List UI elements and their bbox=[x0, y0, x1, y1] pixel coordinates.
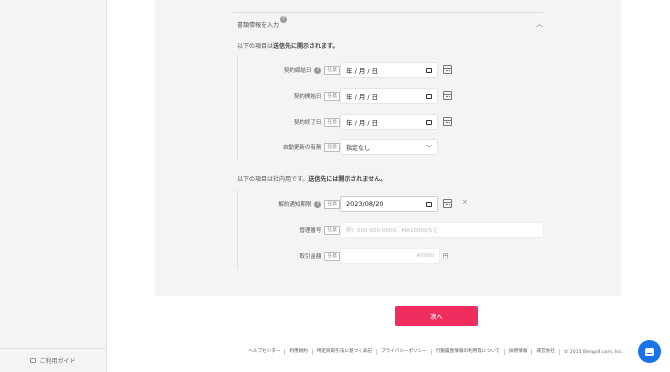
optional-badge: 任意 bbox=[324, 199, 340, 209]
calendar-icon[interactable] bbox=[443, 199, 452, 208]
row-label: 解約通知期限 ? 任意 bbox=[278, 196, 340, 212]
internal-fields-group: 解約通知期限 ? 任意 2023/08/20 × 管理番号 任意 例）000-0… bbox=[237, 190, 547, 270]
sidebar: ご利用ガイド bbox=[0, 0, 107, 372]
calendar-icon[interactable] bbox=[443, 65, 452, 74]
usage-guide-link[interactable]: ご利用ガイド bbox=[0, 348, 106, 372]
row-label: 管理番号 任意 bbox=[299, 222, 340, 238]
section-title-text: 書類情報を入力 bbox=[237, 22, 280, 29]
calendar-icon[interactable] bbox=[426, 119, 432, 125]
chat-button[interactable] bbox=[638, 340, 661, 363]
field-label: 管理番号 bbox=[299, 228, 322, 234]
field-label: 契約終了日 bbox=[293, 120, 322, 126]
optional-badge: 任意 bbox=[324, 251, 340, 261]
help-icon[interactable]: ? bbox=[314, 200, 322, 208]
footer-link-privacy[interactable]: プライバシーポリシー bbox=[377, 349, 432, 355]
contract-start-date-input[interactable]: 年 / 月 / 日 bbox=[340, 88, 438, 104]
public-fields-group: 契約締結日 ? 任意 年 / 月 / 日 契約開始日 任意 年 / 月 / 日 bbox=[237, 56, 547, 160]
internal-note-text: 以下の項目は社内用です。 bbox=[237, 176, 309, 183]
public-note: 以下の項目は送信先に開示されます。 bbox=[237, 41, 338, 50]
chevron-down-icon: ﹀ bbox=[425, 144, 432, 152]
guide-icon bbox=[30, 358, 37, 363]
amount-row: 取引金額 任意 40000 円 bbox=[238, 248, 548, 264]
field-label: 契約締結日 bbox=[283, 68, 312, 74]
internal-note: 以下の項目は社内用です。送信先には開示されません。 bbox=[237, 174, 386, 183]
date-placeholder: 年 / 月 / 日 bbox=[346, 93, 379, 101]
calendar-icon[interactable] bbox=[426, 67, 432, 73]
auto-renew-select[interactable]: 指定なし ﹀ bbox=[340, 139, 438, 155]
footer-link-commerce[interactable]: 特定商取引法に基づく表記 bbox=[313, 349, 377, 355]
footer: ヘルプセンター 利用規約 特定商取引法に基づく表記 プライバシーポリシー 行動履… bbox=[107, 346, 670, 358]
section-title: 書類情報を入力 ? bbox=[237, 16, 288, 29]
footer-link-company[interactable]: 運営会社 bbox=[532, 349, 560, 355]
row-label: 自動更新の有無 任意 bbox=[283, 139, 340, 155]
date-placeholder: 年 / 月 / 日 bbox=[346, 67, 379, 75]
optional-badge: 任意 bbox=[324, 142, 340, 152]
auto-renew-row: 自動更新の有無 任意 指定なし ﹀ bbox=[238, 139, 548, 155]
optional-badge: 任意 bbox=[324, 91, 340, 101]
form-card: 書類情報を入力 ? ︿ 以下の項目は送信先に開示されます。 契約締結日 ? 任意… bbox=[155, 0, 621, 326]
row-label: 契約開始日 任意 bbox=[294, 88, 340, 104]
management-number-input[interactable]: 例）000-000-0000、MA10000など bbox=[340, 222, 544, 238]
calendar-icon[interactable] bbox=[426, 201, 432, 207]
notice-deadline-date-input[interactable]: 2023/08/20 bbox=[340, 196, 438, 212]
optional-badge: 任意 bbox=[324, 65, 340, 75]
footer-link-terms[interactable]: 利用規約 bbox=[285, 349, 313, 355]
row-label: 取引金額 任意 bbox=[299, 248, 340, 264]
copyright: © 2015 Bengo4.com, Inc. bbox=[563, 349, 623, 355]
date-value: 2023/08/20 bbox=[346, 200, 384, 208]
select-value: 指定なし bbox=[346, 144, 371, 152]
amount-input[interactable]: 40000 bbox=[340, 248, 440, 264]
field-label: 解約通知期限 bbox=[278, 202, 312, 208]
public-note-bold: 送信先に開示されます。 bbox=[273, 43, 339, 50]
usage-guide-label: ご利用ガイド bbox=[39, 358, 76, 365]
row-label: 契約締結日 ? 任意 bbox=[284, 62, 340, 78]
contract-signed-row: 契約締結日 ? 任意 年 / 月 / 日 bbox=[238, 62, 548, 78]
footer-link-help[interactable]: ヘルプセンター bbox=[244, 349, 286, 355]
clear-icon[interactable]: × bbox=[462, 198, 468, 206]
optional-badge: 任意 bbox=[324, 225, 340, 235]
contract-start-row: 契約開始日 任意 年 / 月 / 日 bbox=[238, 88, 548, 104]
divider bbox=[233, 12, 543, 13]
calendar-icon[interactable] bbox=[443, 91, 452, 100]
calendar-icon[interactable] bbox=[426, 93, 432, 99]
currency-unit: 円 bbox=[443, 254, 449, 260]
main-content: 書類情報を入力 ? ︿ 以下の項目は送信先に開示されます。 契約締結日 ? 任意… bbox=[107, 0, 670, 372]
chat-icon bbox=[645, 347, 654, 356]
field-label: 取引金額 bbox=[299, 254, 322, 260]
chevron-up-icon[interactable]: ︿ bbox=[536, 19, 543, 29]
footer-link-recruit[interactable]: 採用情報 bbox=[505, 349, 533, 355]
optional-badge: 任意 bbox=[324, 117, 340, 127]
public-note-text: 以下の項目は bbox=[237, 43, 274, 50]
help-icon[interactable]: ? bbox=[314, 66, 322, 74]
contract-end-date-input[interactable]: 年 / 月 / 日 bbox=[340, 114, 438, 130]
footer-link-behavior[interactable]: 行動履歴情報の利用等について bbox=[432, 349, 506, 355]
field-label: 契約開始日 bbox=[293, 94, 322, 100]
date-placeholder: 年 / 月 / 日 bbox=[346, 119, 379, 127]
contract-signed-date-input[interactable]: 年 / 月 / 日 bbox=[340, 62, 438, 78]
notice-deadline-row: 解約通知期限 ? 任意 2023/08/20 × bbox=[238, 196, 548, 212]
contract-end-row: 契約終了日 任意 年 / 月 / 日 bbox=[238, 114, 548, 130]
calendar-icon[interactable] bbox=[443, 117, 452, 126]
row-label: 契約終了日 任意 bbox=[294, 114, 340, 130]
input-placeholder: 40000 bbox=[416, 253, 435, 259]
field-label: 自動更新の有無 bbox=[282, 145, 322, 151]
next-button[interactable]: 次へ bbox=[395, 306, 478, 326]
internal-note-bold: 送信先には開示されません。 bbox=[308, 176, 387, 183]
help-icon[interactable]: ? bbox=[280, 16, 288, 23]
management-number-row: 管理番号 任意 例）000-000-0000、MA10000など bbox=[238, 222, 548, 238]
input-placeholder: 例）000-000-0000、MA10000など bbox=[346, 228, 439, 234]
